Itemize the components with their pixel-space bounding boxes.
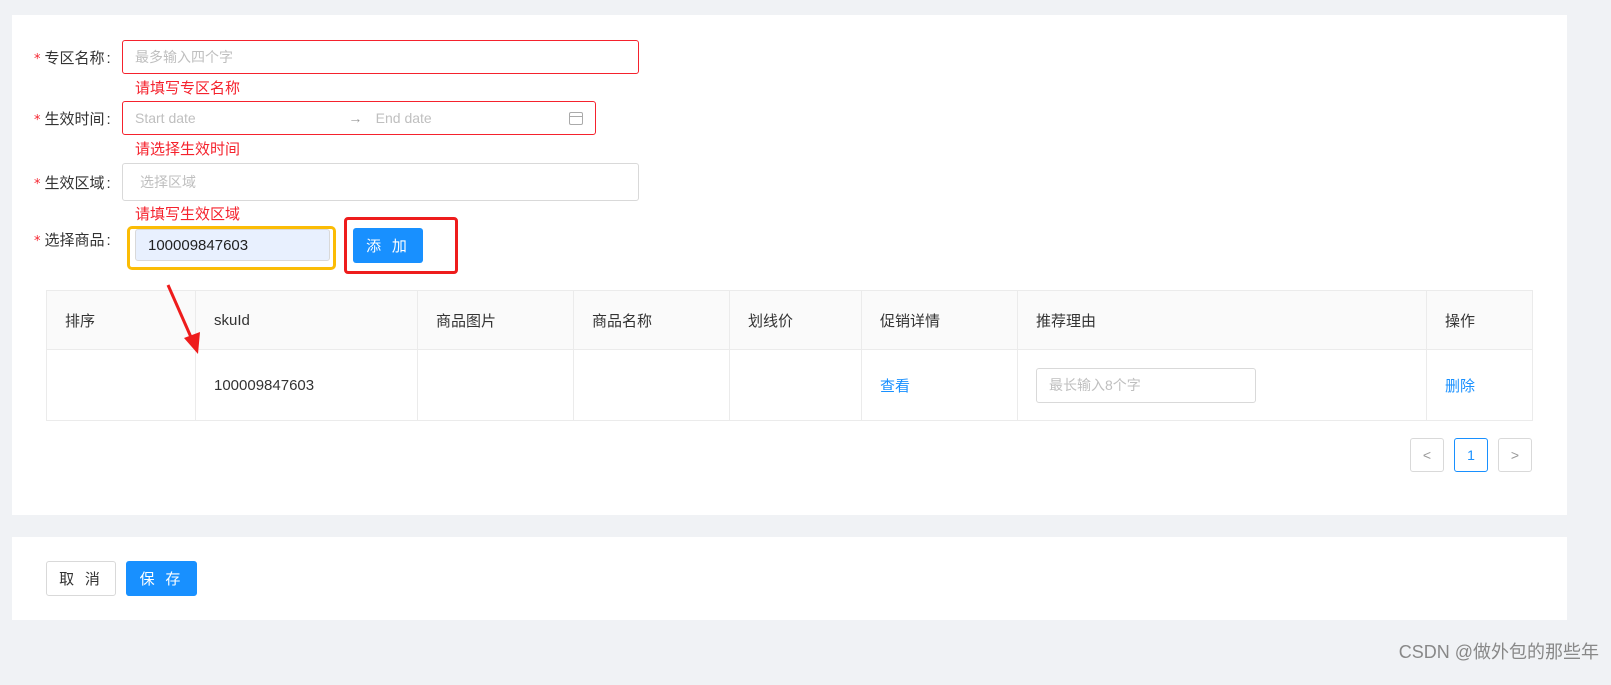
zone-name-error: 请填写专区名称: [135, 80, 241, 97]
page-1-button[interactable]: 1: [1454, 438, 1488, 472]
effective-region-error: 请填写生效区域: [135, 206, 241, 223]
highlight-box-red: [344, 217, 458, 274]
cell-price: [729, 349, 862, 421]
zone-name-label: * 专区名称:: [34, 49, 111, 67]
effective-time-label: * 生效时间:: [34, 110, 111, 128]
cell-promo: 查看: [861, 349, 1018, 421]
effective-region-label: * 生效区域:: [34, 174, 111, 192]
end-date-input[interactable]: End date: [376, 110, 566, 126]
reason-input[interactable]: 最长输入8个字: [1036, 367, 1256, 403]
highlight-box-yellow: [127, 226, 336, 270]
zone-name-row: * 专区名称: 最多输入四个字: [34, 40, 639, 74]
region-select[interactable]: 选择区域: [122, 163, 639, 201]
effective-time-row: * 生效时间: Start date → End date: [34, 101, 596, 135]
next-page-button[interactable]: >: [1498, 438, 1532, 472]
footer-card: [12, 537, 1567, 620]
cell-action: 删除: [1426, 349, 1533, 421]
zone-name-input[interactable]: 最多输入四个字: [122, 40, 639, 74]
chevron-right-icon: >: [1510, 447, 1520, 463]
table-row: 100009847603 查看 最长输入8个字 删除: [46, 349, 1533, 421]
delete-link[interactable]: 删除: [1445, 378, 1475, 395]
cell-image: [417, 349, 574, 421]
cell-order: [46, 349, 196, 421]
table-header-row: 排序 skuId 商品图片 商品名称 划线价 促销详情 推荐理由 操作: [46, 290, 1533, 350]
cancel-button[interactable]: 取 消: [46, 561, 116, 596]
start-date-input[interactable]: Start date: [135, 110, 335, 126]
annotation-arrow-icon: [166, 284, 200, 354]
chevron-left-icon: <: [1422, 447, 1432, 463]
effective-region-row: * 生效区域: 选择区域: [34, 163, 639, 201]
col-name: 商品名称: [573, 290, 730, 350]
select-product-row: * 选择商品:: [34, 229, 122, 250]
prev-page-button[interactable]: <: [1410, 438, 1444, 472]
col-price: 划线价: [729, 290, 862, 350]
effective-time-error: 请选择生效时间: [135, 141, 241, 158]
save-button[interactable]: 保 存: [126, 561, 197, 596]
view-promo-link[interactable]: 查看: [880, 378, 910, 395]
select-product-label: * 选择商品:: [34, 232, 111, 249]
col-sku-id: skuId: [195, 290, 418, 350]
calendar-icon[interactable]: [568, 111, 583, 125]
col-action: 操作: [1426, 290, 1533, 350]
watermark: CSDN @做外包的那些年: [1398, 642, 1599, 662]
date-range-picker[interactable]: Start date → End date: [122, 101, 596, 135]
product-table: 排序 skuId 商品图片 商品名称 划线价 促销详情 推荐理由 操作 1000…: [46, 290, 1533, 421]
cell-reason: 最长输入8个字: [1017, 349, 1427, 421]
cell-name: [573, 349, 730, 421]
date-range-arrow: →: [348, 110, 363, 126]
col-promo: 促销详情: [861, 290, 1018, 350]
cell-sku-id: 100009847603: [195, 349, 418, 421]
col-reason: 推荐理由: [1017, 290, 1427, 350]
col-image: 商品图片: [417, 290, 574, 350]
